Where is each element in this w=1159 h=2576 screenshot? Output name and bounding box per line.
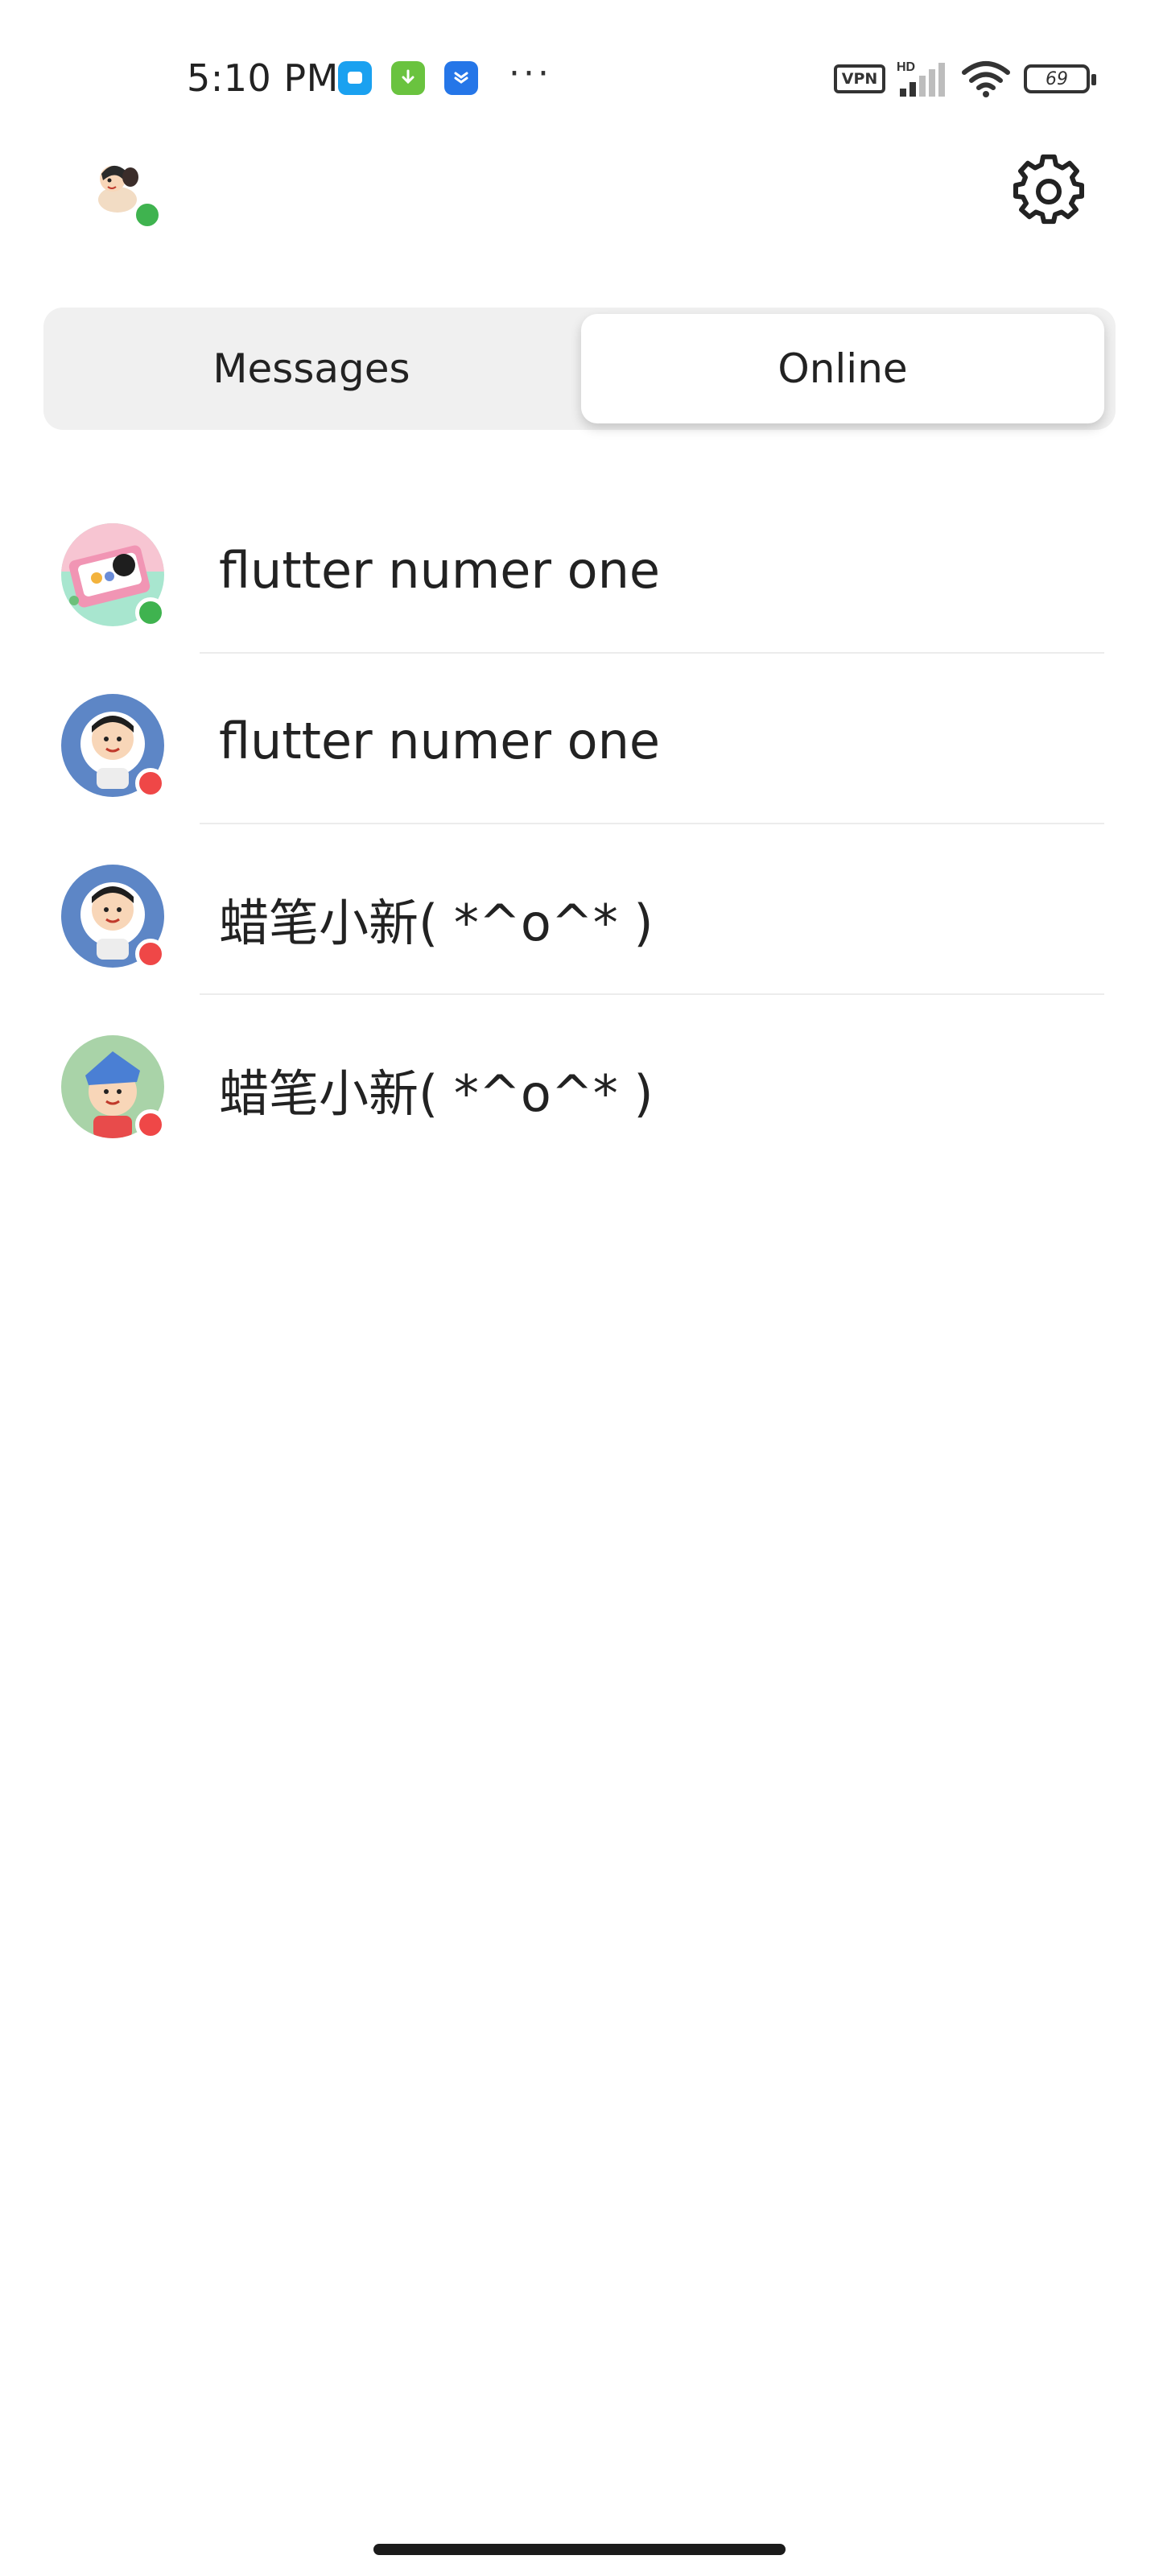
svg-text:HD: HD [897, 60, 915, 74]
status-bar: 5:10 PM ··· VPN HD 69 [0, 0, 1159, 161]
tab-messages[interactable]: Messages [50, 314, 573, 423]
tab-online[interactable]: Online [581, 314, 1104, 423]
online-status-dot [132, 200, 163, 230]
online-status-dot [135, 597, 166, 628]
offline-status-dot [135, 939, 166, 969]
list-item[interactable]: 蜡笔小新( *^o^* ) [0, 824, 1159, 995]
wifi-icon [962, 61, 1010, 97]
download-app-icon [391, 61, 425, 95]
message-app-icon [338, 61, 372, 95]
my-avatar[interactable] [85, 153, 163, 230]
contact-name: flutter numer one [219, 712, 661, 770]
home-indicator[interactable] [373, 2544, 786, 2555]
vpn-icon: VPN [834, 64, 885, 93]
more-notifications-icon: ··· [509, 53, 552, 94]
battery-icon: 69 [1024, 64, 1096, 93]
list-item[interactable]: flutter numer one [0, 483, 1159, 654]
segmented-tabs: Messages Online [43, 308, 1116, 430]
settings-gear-icon[interactable] [1013, 153, 1085, 225]
list-item[interactable]: flutter numer one [0, 654, 1159, 824]
contact-name: 蜡笔小新( *^o^* ) [219, 894, 654, 952]
offline-status-dot [135, 768, 166, 799]
contact-name: flutter numer one [219, 541, 661, 600]
signal-icon: HD [897, 60, 945, 97]
status-time: 5:10 PM [187, 56, 339, 100]
contact-avatar [61, 523, 166, 628]
contact-avatar [61, 1035, 166, 1140]
list-item[interactable]: 蜡笔小新( *^o^* ) [0, 995, 1159, 1166]
offline-status-dot [135, 1109, 166, 1140]
contact-name: 蜡笔小新( *^o^* ) [219, 1064, 654, 1123]
app-screen: 5:10 PM ··· VPN HD 69 Messages Online fl… [0, 0, 1159, 2576]
contact-avatar [61, 694, 166, 799]
contact-list: flutter numer one flutter numer one 蜡笔小新… [0, 483, 1159, 1166]
store-app-icon [444, 61, 478, 95]
contact-avatar [61, 865, 166, 969]
